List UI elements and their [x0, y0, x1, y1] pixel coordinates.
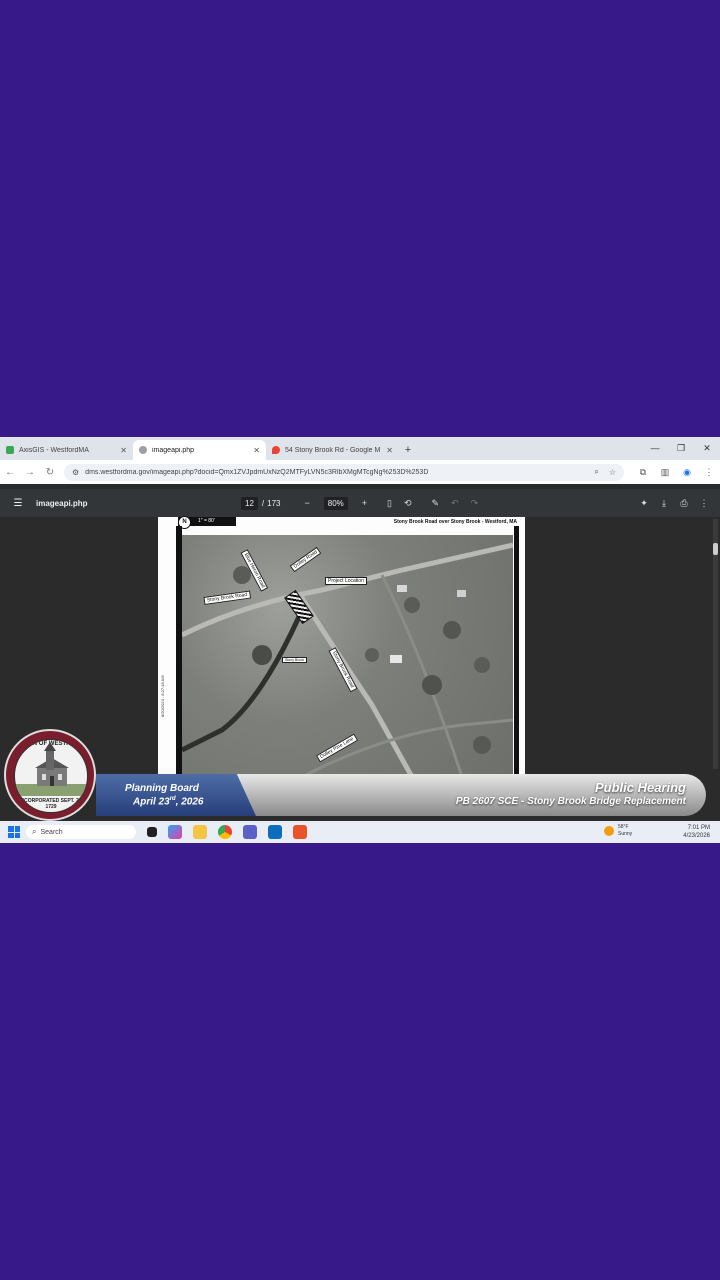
browser-toolbar: ← → ↻ ⚙ dms.westfordma.gov/imageapi.php?… [0, 460, 720, 484]
profile-icon[interactable]: ◉ [676, 467, 698, 478]
browser-tab-strip: AxisGIS - WestfordMA ✕ imageapi.php ✕ 54… [0, 437, 720, 460]
search-icon: ⌕ [32, 827, 37, 836]
close-tab-icon[interactable]: ✕ [120, 446, 127, 455]
desktop-screen: AxisGIS - WestfordMA ✕ imageapi.php ✕ 54… [0, 437, 720, 843]
town-seal-logo: TOWN OF WESTFORD INCORPORATED SEPT. 23, … [4, 729, 96, 821]
search-placeholder: Search [40, 828, 63, 836]
file-explorer-icon[interactable] [193, 825, 207, 839]
side-panel-icon[interactable]: ▥ [654, 467, 676, 478]
close-tab-icon[interactable]: ✕ [386, 446, 393, 455]
minimize-icon[interactable]: — [642, 437, 668, 460]
undo-icon[interactable]: ↶ [451, 498, 459, 509]
rotate-icon[interactable]: ⟲ [404, 498, 412, 509]
weather-widget[interactable]: 58°F Sunny [604, 824, 632, 838]
hearing-title: Public Hearing [594, 780, 686, 795]
aerial-map-image: Stony Brook Road Dolley Road Blue Heron … [182, 535, 513, 777]
extensions-icon[interactable]: ⧉ [632, 467, 654, 478]
tab-axisgis[interactable]: AxisGIS - WestfordMA ✕ [0, 440, 133, 460]
page-number-input[interactable]: 12 [241, 496, 258, 510]
copilot-icon[interactable] [168, 825, 182, 839]
task-view-icon[interactable] [147, 827, 157, 837]
back-arrow-icon[interactable]: ← [0, 467, 20, 478]
tab-title: AxisGIS - WestfordMA [19, 446, 89, 454]
tab-title: imageapi.php [152, 446, 195, 454]
outlook-icon[interactable] [268, 825, 282, 839]
hearing-case: PB 2607 SCE - Stony Brook Bridge Replace… [455, 796, 686, 807]
page-right-border [514, 526, 519, 777]
lower-third-left-panel [96, 774, 256, 816]
fit-page-icon[interactable]: ▯ [387, 498, 392, 509]
globe-icon [139, 446, 147, 454]
forward-arrow-icon[interactable]: → [20, 467, 40, 478]
taskbar-search-input[interactable]: ⌕ Search [26, 825, 136, 839]
scrollbar-thumb[interactable] [713, 543, 718, 555]
sunny-icon [604, 826, 614, 836]
hamburger-menu-icon[interactable]: ☰ [0, 498, 36, 509]
tab-title: 54 Stony Brook Rd - Google M [285, 446, 381, 454]
tab-google-maps[interactable]: 54 Stony Brook Rd - Google M ✕ [266, 440, 399, 460]
zoom-icon[interactable]: ⌕ [594, 467, 598, 477]
temperature: 58°F [618, 824, 629, 830]
pdf-more-icon[interactable]: ⋮ [694, 498, 714, 509]
meeting-date-year: , 2026 [175, 796, 204, 808]
pdf-viewer[interactable]: 1" = 80' N Stony Brook Road over Stony B… [0, 516, 720, 777]
zoom-out-icon[interactable]: − [305, 498, 310, 508]
more-menu-icon[interactable]: ⋮ [698, 467, 720, 478]
axisgis-favicon-icon [6, 446, 14, 454]
clock-time: 7:01 PM [687, 825, 710, 831]
map-label-stony-brook: Stony Brook [282, 657, 308, 663]
pdf-scrollbar[interactable] [713, 519, 718, 769]
close-window-icon[interactable]: ✕ [694, 437, 720, 460]
page-separator: / [261, 498, 265, 508]
annotate-icon[interactable]: ✎ [432, 498, 440, 509]
map-label-project-location: Project Location [325, 577, 367, 585]
pdf-actions: ✦ ⤓ ⎙ ⋮ [634, 489, 714, 517]
address-bar[interactable]: ⚙ dms.westfordma.gov/imageapi.php?docid=… [64, 463, 624, 481]
tab-imageapi[interactable]: imageapi.php ✕ [133, 440, 266, 460]
meeting-date: April 23rd, 2026 [133, 796, 204, 807]
page-total: 173 [267, 498, 281, 508]
url-text: dms.westfordma.gov/imageapi.php?docid=Qm… [85, 468, 429, 476]
clock-date: 4/23/2026 [683, 833, 710, 839]
window-controls: — ❐ ✕ [642, 437, 720, 460]
windows-taskbar: ⌕ Search 58°F Sunny 7:01 PM 4/23/2026 [0, 821, 720, 843]
teams-icon[interactable] [243, 825, 257, 839]
app-icon[interactable] [293, 825, 307, 839]
zoom-in-icon[interactable]: + [362, 498, 367, 508]
new-tab-button[interactable]: + [399, 440, 417, 460]
ai-assist-icon[interactable]: ✦ [634, 498, 654, 509]
site-info-icon[interactable]: ⚙ [72, 468, 79, 477]
zoom-level-input[interactable]: 80% [323, 496, 348, 510]
weather-condition: Sunny [618, 831, 633, 837]
pdf-toolbar: ☰ imageapi.php 12 / 173 − 80% + ▯ ⟲ ✎ ↶ … [0, 489, 720, 517]
bookmark-star-icon[interactable]: ☆ [609, 468, 616, 477]
print-icon[interactable]: ⎙ [674, 498, 694, 509]
broadcast-lower-third: Planning Board April 23rd, 2026 Public H… [0, 771, 720, 823]
map-pin-icon [272, 446, 280, 454]
meeting-date-main: April 23 [133, 796, 170, 808]
redo-icon[interactable]: ↷ [471, 498, 479, 509]
close-tab-icon[interactable]: ✕ [253, 446, 260, 455]
page-side-timestamp: 8/20/2024 - 8:27:18 AM [160, 675, 165, 717]
page-header: Stony Brook Road over Stony Brook - West… [393, 519, 517, 525]
chrome-icon[interactable] [218, 825, 232, 839]
windows-start-icon[interactable] [8, 826, 20, 838]
seal-inner: TOWN OF WESTFORD INCORPORATED SEPT. 23, … [14, 739, 88, 813]
restore-icon[interactable]: ❐ [668, 437, 694, 460]
system-clock[interactable]: 7:01 PM 4/23/2026 [683, 824, 710, 840]
reload-icon[interactable]: ↻ [40, 467, 60, 478]
pdf-document-title: imageapi.php [36, 498, 88, 508]
download-icon[interactable]: ⤓ [654, 498, 674, 509]
pdf-page: 1" = 80' N Stony Brook Road over Stony B… [158, 516, 525, 777]
seal-bottom-text: INCORPORATED SEPT. 23, 1729 [19, 798, 83, 810]
board-name: Planning Board [125, 783, 199, 794]
